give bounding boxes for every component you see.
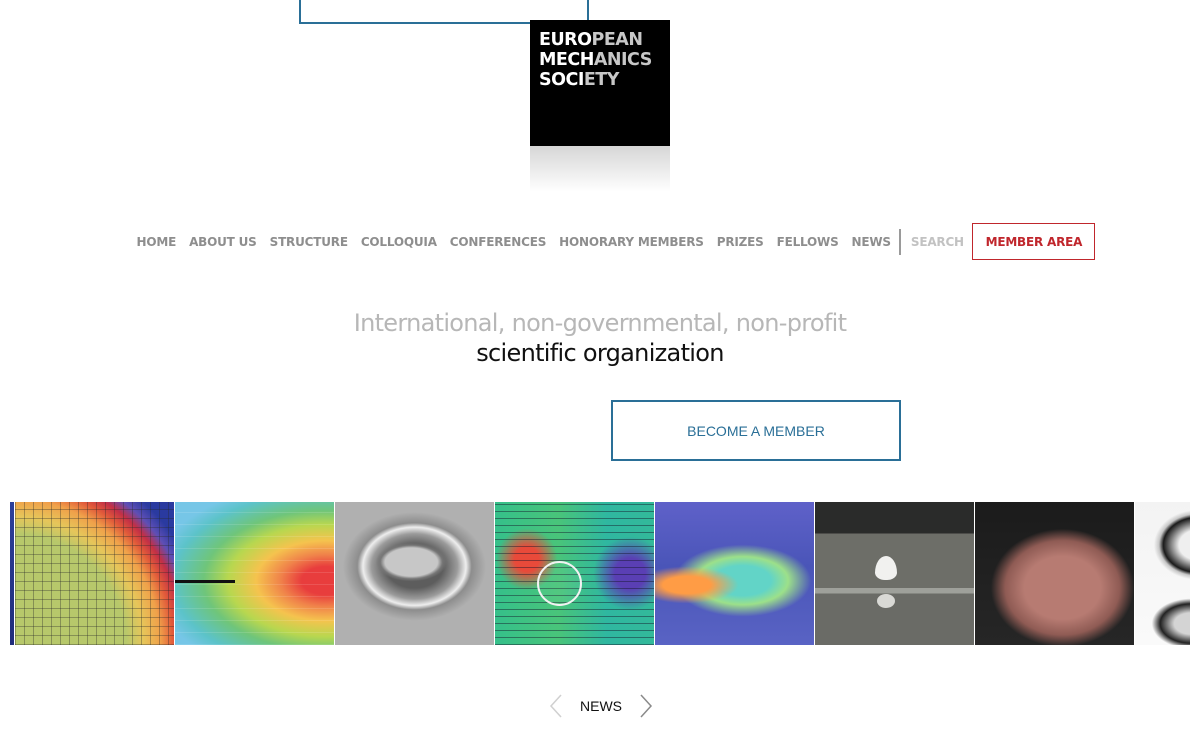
site-logo[interactable]: EUROPEAN MECHANICS SOCIETY	[530, 20, 670, 146]
droplet-shape	[875, 556, 897, 580]
news-section-label: NEWS	[580, 698, 622, 714]
tagline-secondary: scientific organization	[476, 339, 724, 367]
nav-item-conferences[interactable]: CONFERENCES	[443, 235, 552, 249]
gallery-image-particle-cluster[interactable]	[975, 502, 1134, 645]
news-carousel-controls: NEWS	[546, 690, 656, 722]
crack-line	[175, 580, 235, 583]
logo-reflection	[530, 146, 670, 192]
nav-divider	[899, 228, 902, 255]
search-link[interactable]: SEARCH	[904, 235, 970, 249]
gallery-image-fem-mesh[interactable]	[15, 502, 174, 645]
image-gallery-strip[interactable]	[10, 502, 1190, 645]
droplet-reflection	[877, 594, 895, 608]
chevron-left-icon[interactable]	[546, 692, 566, 720]
gallery-image-droplet[interactable]	[815, 502, 974, 645]
cylinder-outline	[537, 561, 582, 606]
nav-item-news[interactable]: NEWS	[845, 235, 897, 249]
gallery-image-vector-flow[interactable]	[495, 502, 654, 645]
become-member-button[interactable]: BECOME A MEMBER	[611, 400, 901, 461]
tagline-primary: International, non-governmental, non-pro…	[353, 309, 847, 337]
gallery-image-turbulence[interactable]	[655, 502, 814, 645]
main-nav: HOME ABOUT US STRUCTURE COLLOQUIA CONFER…	[130, 223, 1096, 260]
logo-line-3: SOCIETY	[539, 70, 619, 90]
nav-item-structure[interactable]: STRUCTURE	[263, 235, 354, 249]
nav-item-home[interactable]: HOME	[130, 235, 183, 249]
nav-item-prizes[interactable]: PRIZES	[710, 235, 770, 249]
gallery-image-sem-grain[interactable]	[335, 502, 494, 645]
gallery-image-crack-field[interactable]	[175, 502, 334, 645]
logo-line-2: MECHANICS	[539, 50, 652, 70]
member-area-button[interactable]: MEMBER AREA	[972, 223, 1096, 260]
logo-line-1: EUROPEAN	[539, 30, 643, 50]
nav-item-fellows[interactable]: FELLOWS	[770, 235, 845, 249]
gallery-image-liquid-bridge[interactable]	[1135, 502, 1190, 645]
nav-item-about-us[interactable]: ABOUT US	[183, 235, 264, 249]
gallery-image-partial[interactable]	[10, 502, 14, 645]
chevron-right-icon[interactable]	[636, 692, 656, 720]
nav-item-colloquia[interactable]: COLLOQUIA	[354, 235, 443, 249]
nav-item-honorary-members[interactable]: HONORARY MEMBERS	[553, 235, 711, 249]
